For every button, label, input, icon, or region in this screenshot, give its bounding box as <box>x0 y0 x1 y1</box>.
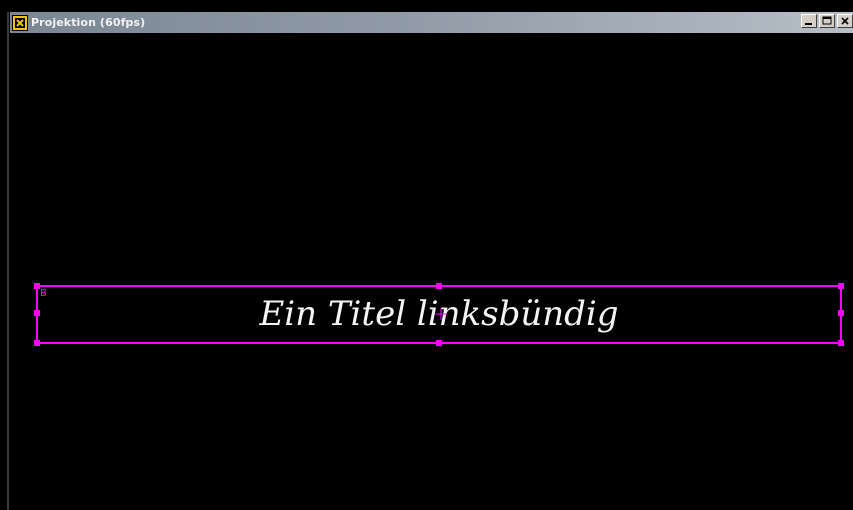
close-icon <box>841 17 849 25</box>
window-title: Projektion (60fps) <box>31 16 146 29</box>
app-icon[interactable] <box>12 14 28 31</box>
top-strip <box>0 0 853 12</box>
resize-handle-top-right[interactable] <box>838 283 844 289</box>
projection-canvas <box>10 33 853 510</box>
maximize-icon <box>822 16 832 25</box>
resize-handle-bottom-left[interactable] <box>34 340 40 346</box>
minimize-button[interactable] <box>801 14 817 28</box>
resize-handle-bottom-right[interactable] <box>838 340 844 346</box>
resize-handle-bottom-center[interactable] <box>436 340 442 346</box>
projection-window: Projektion (60fps) B Ein Titel linksbünd… <box>0 0 853 510</box>
title-bar[interactable]: Projektion (60fps) <box>10 12 853 33</box>
minimize-icon <box>805 23 812 25</box>
anchor-crosshair-icon[interactable] <box>435 308 447 320</box>
text-box-selection[interactable]: B Ein Titel linksbündig <box>34 283 844 346</box>
resize-handle-top-left[interactable] <box>34 283 40 289</box>
close-button[interactable] <box>837 14 853 28</box>
maximize-button[interactable] <box>819 14 835 28</box>
window-controls <box>801 14 853 28</box>
window-frame-edge <box>7 12 9 510</box>
resize-handle-top-center[interactable] <box>436 283 442 289</box>
